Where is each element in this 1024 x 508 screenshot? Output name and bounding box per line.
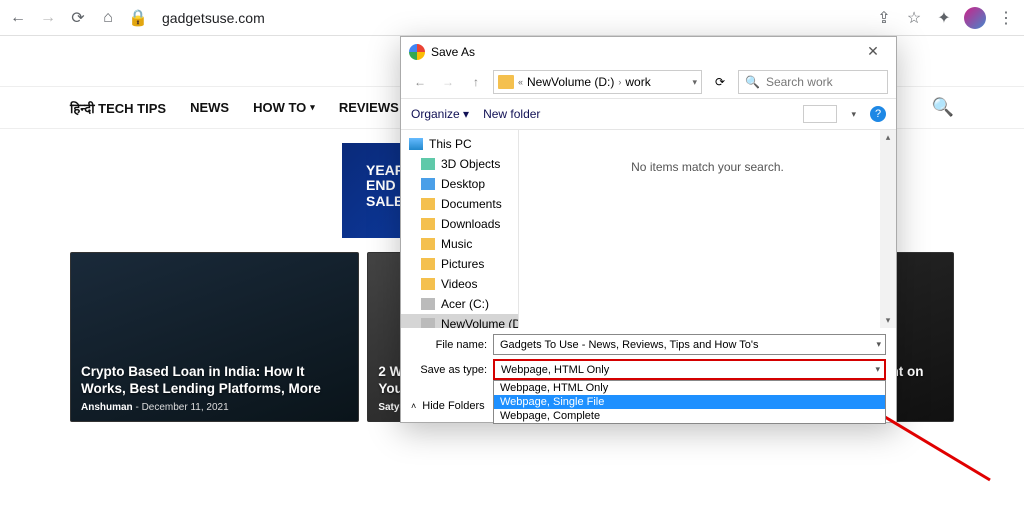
nav-item-reviews[interactable]: REVIEWS xyxy=(339,100,399,115)
chevron-down-icon: ▾ xyxy=(875,364,880,375)
search-icon[interactable]: 🔍 xyxy=(932,97,954,118)
forward-icon[interactable]: → xyxy=(38,8,58,28)
save-type-dropdown: Webpage, HTML Only Webpage, Single File … xyxy=(493,380,886,424)
type-option-single-file[interactable]: Webpage, Single File xyxy=(494,395,885,409)
save-type-label: Save as type: xyxy=(411,364,487,376)
chrome-icon xyxy=(409,44,425,60)
search-input[interactable]: 🔍 Search work xyxy=(738,70,888,94)
hide-folders-button[interactable]: ˄ Hide Folders xyxy=(411,400,485,412)
tree-documents[interactable]: Documents xyxy=(401,194,518,214)
save-type-select[interactable]: Webpage, HTML Only ▾ xyxy=(493,359,886,380)
chevron-down-icon[interactable]: ▾ xyxy=(692,77,697,88)
view-options[interactable] xyxy=(803,105,837,123)
chevron-down-icon: ▾ xyxy=(310,102,315,113)
close-button[interactable]: ✕ xyxy=(858,43,888,60)
tree-newvolume-d[interactable]: NewVolume (D:) xyxy=(401,314,518,328)
reload-icon[interactable]: ⟳ xyxy=(68,8,88,28)
tree-desktop[interactable]: Desktop xyxy=(401,174,518,194)
tree-videos[interactable]: Videos xyxy=(401,274,518,294)
tree-downloads[interactable]: Downloads xyxy=(401,214,518,234)
dialog-title: Save As xyxy=(431,45,858,59)
folder-tree: This PC 3D Objects Desktop Documents Dow… xyxy=(401,130,519,328)
chevron-down-icon[interactable]: ▾ xyxy=(876,339,881,350)
scrollbar[interactable]: ▴▾ xyxy=(880,130,896,328)
chevron-down-icon[interactable]: ▾ xyxy=(851,109,856,120)
nav-item-hindi[interactable]: हिन्दी TECH TIPS xyxy=(70,99,166,117)
extensions-icon[interactable]: ✦ xyxy=(934,8,954,28)
nav-item-news[interactable]: NEWS xyxy=(190,100,229,115)
nav-item-howto[interactable]: HOW TO▾ xyxy=(253,100,315,115)
new-folder-button[interactable]: New folder xyxy=(483,107,540,121)
empty-message: No items match your search. xyxy=(631,160,784,174)
file-name-label: File name: xyxy=(411,339,487,351)
tree-music[interactable]: Music xyxy=(401,234,518,254)
folder-icon xyxy=(498,75,514,89)
dialog-titlebar: Save As ✕ xyxy=(401,37,896,66)
dialog-fields: File name: Gadgets To Use - News, Review… xyxy=(401,328,896,390)
article-card[interactable]: Crypto Based Loan in India: How It Works… xyxy=(70,252,359,422)
dialog-body: This PC 3D Objects Desktop Documents Dow… xyxy=(401,130,896,328)
file-list: No items match your search. ▴▾ xyxy=(519,130,896,328)
dialog-toolbar: Organize ▾ New folder ▾ ? xyxy=(401,98,896,130)
breadcrumb[interactable]: « NewVolume (D:) › work ▾ xyxy=(493,70,702,94)
tree-acer-c[interactable]: Acer (C:) xyxy=(401,294,518,314)
refresh-button[interactable]: ⟳ xyxy=(708,70,732,94)
menu-icon[interactable]: ⋮ xyxy=(996,8,1016,28)
avatar[interactable] xyxy=(964,7,986,29)
article-meta: Anshuman - December 11, 2021 xyxy=(81,402,348,413)
organize-button[interactable]: Organize ▾ xyxy=(411,107,469,121)
search-icon: 🔍 xyxy=(745,75,760,89)
save-as-dialog: Save As ✕ ← → ↑ « NewVolume (D:) › work … xyxy=(400,36,897,423)
help-button[interactable]: ? xyxy=(870,106,886,122)
chevron-up-icon: ˄ xyxy=(411,401,416,411)
browser-toolbar: ← → ⟳ ⌂ 🔒 gadgetsuse.com ⇪ ☆ ✦ ⋮ xyxy=(0,0,1024,36)
star-icon[interactable]: ☆ xyxy=(904,8,924,28)
tree-3d-objects[interactable]: 3D Objects xyxy=(401,154,518,174)
nav-back-button[interactable]: ← xyxy=(409,71,431,93)
dialog-nav: ← → ↑ « NewVolume (D:) › work ▾ ⟳ 🔍 Sear… xyxy=(401,66,896,98)
nav-up-button[interactable]: ↑ xyxy=(465,71,487,93)
lock-icon: 🔒 xyxy=(128,8,148,28)
tree-pictures[interactable]: Pictures xyxy=(401,254,518,274)
url-text[interactable]: gadgetsuse.com xyxy=(162,10,265,26)
tree-this-pc[interactable]: This PC xyxy=(401,134,518,154)
type-option-html-only[interactable]: Webpage, HTML Only xyxy=(494,381,885,395)
type-option-complete[interactable]: Webpage, Complete xyxy=(494,409,885,423)
back-icon[interactable]: ← xyxy=(8,8,28,28)
home-icon[interactable]: ⌂ xyxy=(98,8,118,28)
article-title: Crypto Based Loan in India: How It Works… xyxy=(81,364,348,398)
nav-forward-button[interactable]: → xyxy=(437,71,459,93)
share-icon[interactable]: ⇪ xyxy=(874,8,894,28)
file-name-input[interactable]: Gadgets To Use - News, Reviews, Tips and… xyxy=(493,334,886,355)
